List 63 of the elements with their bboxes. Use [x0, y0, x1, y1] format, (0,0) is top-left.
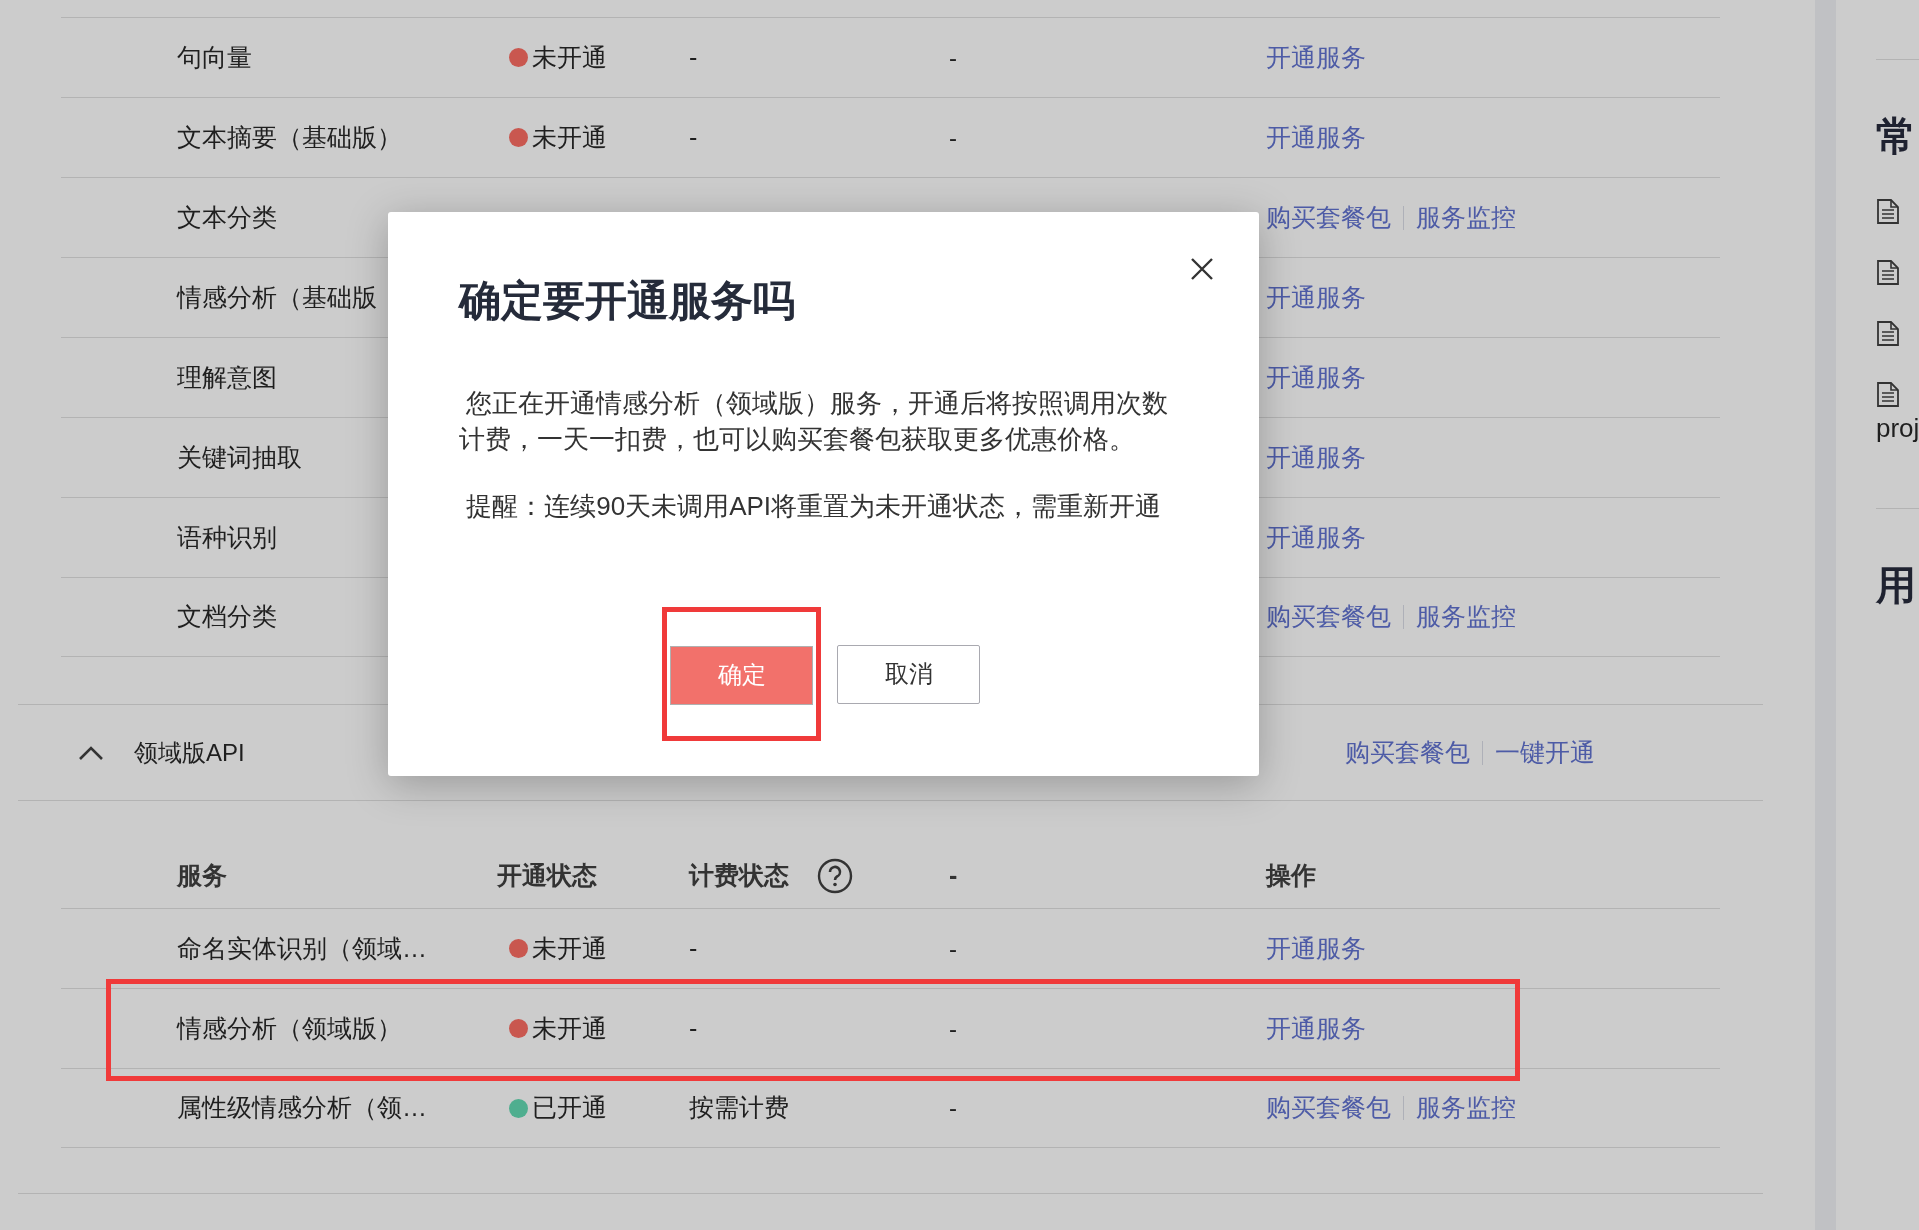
action-link[interactable]: 服务监控	[1416, 598, 1516, 636]
action-link[interactable]: 开通服务	[1266, 38, 1366, 77]
column-header: 计费状态	[689, 860, 789, 892]
service-name: 关键词抽取	[177, 442, 302, 471]
billing-status: 按需计费	[689, 1093, 789, 1122]
close-icon[interactable]	[1190, 257, 1214, 281]
action-link[interactable]: 开通服务	[1266, 278, 1366, 317]
action-link[interactable]: 购买套餐包	[1266, 1089, 1391, 1127]
action-link[interactable]: 购买套餐包	[1266, 198, 1391, 237]
status-text: 已开通	[532, 1092, 607, 1124]
billing-status: -	[689, 933, 698, 962]
action-link[interactable]: 一键开通	[1495, 733, 1595, 772]
action-link[interactable]: 开通服务	[1266, 929, 1366, 968]
table-cell: -	[949, 1014, 957, 1042]
status-text: 未开通	[532, 1012, 607, 1044]
section-title: 领域版API	[134, 737, 245, 768]
column-header: 开通状态	[497, 860, 597, 892]
service-name: 句向量	[177, 42, 252, 71]
dialog-message: 提醒：连续90天未调用API将重置为未开通状态，需重新开通	[465, 490, 1163, 523]
action-link[interactable]: 开通服务	[1266, 358, 1366, 397]
action-link[interactable]: 开通服务	[1266, 118, 1366, 157]
help-icon[interactable]	[817, 858, 853, 894]
action-link[interactable]: 服务监控	[1416, 198, 1516, 237]
status-text: 未开通	[532, 41, 607, 73]
billing-status: -	[689, 1013, 698, 1042]
document-icon[interactable]	[1876, 382, 1900, 408]
document-link[interactable]: proj	[1876, 412, 1919, 444]
action-link[interactable]: 开通服务	[1266, 1009, 1366, 1048]
status-text: 未开通	[532, 121, 607, 153]
column-header: 操作	[1266, 860, 1316, 892]
table-cell: -	[949, 934, 957, 962]
column-header: -	[949, 860, 958, 892]
action-link[interactable]: 服务监控	[1416, 1089, 1516, 1127]
status-text: 未开通	[532, 932, 607, 964]
service-name: 命名实体识别（领域…	[177, 933, 427, 962]
cancel-button[interactable]: 取消	[837, 644, 980, 704]
action-link[interactable]: 购买套餐包	[1345, 733, 1470, 772]
action-link[interactable]: 开通服务	[1266, 518, 1366, 557]
document-icon[interactable]	[1876, 321, 1900, 347]
action-link[interactable]: 开通服务	[1266, 438, 1366, 477]
billing-status: -	[689, 42, 698, 71]
service-name: 文档分类	[177, 602, 277, 631]
service-name: 情感分析（领域版）	[177, 1013, 402, 1042]
document-icon[interactable]	[1876, 199, 1900, 225]
service-name: 语种识别	[177, 522, 277, 551]
service-name: 文本分类	[177, 202, 277, 231]
billing-status: -	[689, 122, 698, 151]
chevron-up-icon[interactable]	[78, 744, 104, 761]
action-link[interactable]: 购买套餐包	[1266, 598, 1391, 636]
service-name: 情感分析（基础版	[177, 282, 377, 311]
table-cell: -	[949, 43, 957, 71]
dialog-title: 确定要开通服务吗	[459, 277, 795, 325]
confirm-button[interactable]: 确定	[670, 645, 813, 705]
dialog-message: 您正在开通情感分析（领域版）服务，开通后将按照调用次数计费，一天一扣费，也可以购买套餐包获取更多优惠价格。	[459, 387, 1170, 456]
column-header: 服务	[177, 860, 227, 892]
document-icon[interactable]	[1876, 260, 1900, 286]
section-heading: 用	[1876, 562, 1917, 609]
table-cell: -	[949, 123, 957, 151]
service-name: 文本摘要（基础版）	[177, 122, 402, 151]
service-name: 属性级情感分析（领…	[177, 1093, 427, 1122]
service-name: 理解意图	[177, 362, 277, 391]
section-heading: 常	[1876, 113, 1917, 160]
table-cell: -	[949, 1094, 957, 1121]
